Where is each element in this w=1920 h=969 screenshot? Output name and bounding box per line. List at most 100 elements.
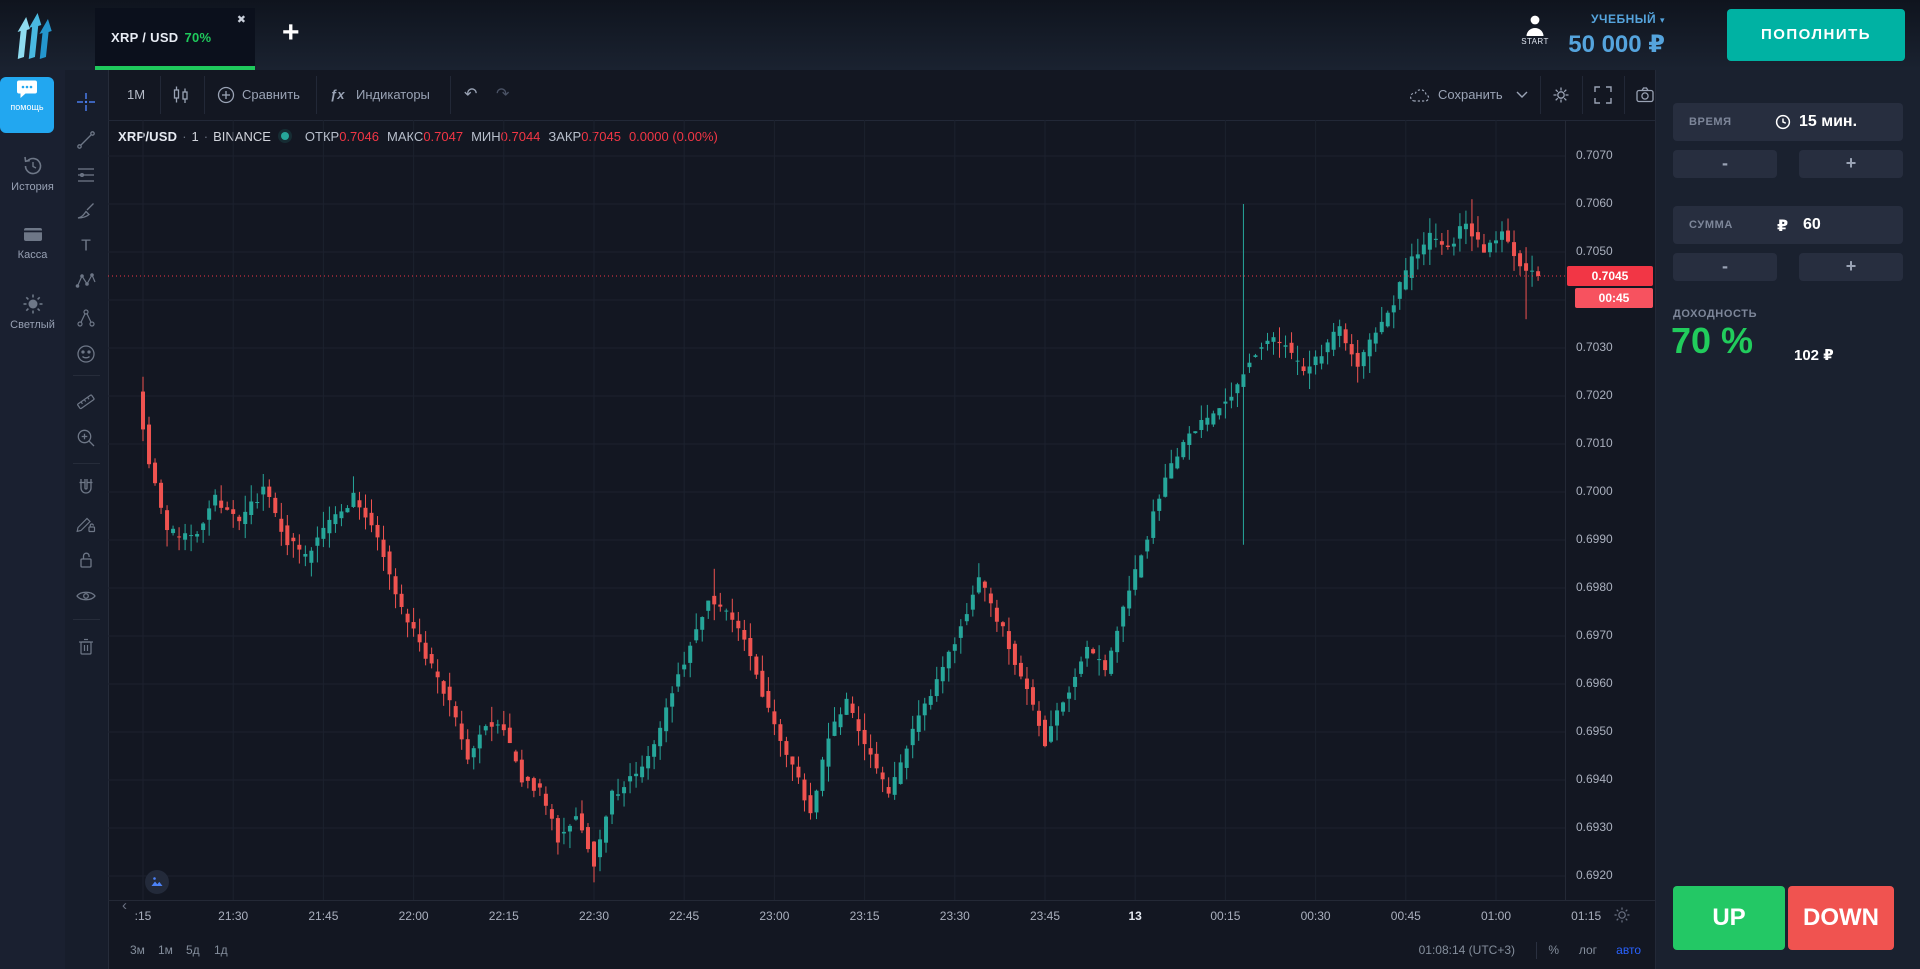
nav-label: Касса: [0, 249, 65, 261]
log-scale-button[interactable]: лог: [1579, 932, 1597, 969]
price-label: 0.6970: [1576, 628, 1613, 642]
close-tab-icon[interactable]: ✖: [237, 13, 246, 26]
time-label: 00:15: [1210, 909, 1240, 923]
chart-style-button[interactable]: [170, 84, 192, 106]
range-button[interactable]: 1д: [214, 932, 228, 969]
fullscreen-icon[interactable]: [1592, 84, 1614, 106]
drawing-lock-tool[interactable]: [75, 512, 97, 534]
time-label: 00:30: [1301, 909, 1331, 923]
time-plus-button[interactable]: +: [1799, 150, 1903, 178]
zoom-in-tool[interactable]: [75, 427, 97, 449]
candles-icon: [170, 84, 192, 106]
wallet-icon: [21, 222, 45, 246]
compare-icon[interactable]: [216, 85, 236, 105]
camera-icon[interactable]: [1634, 84, 1656, 106]
auto-scale-button[interactable]: авто: [1616, 932, 1641, 969]
lock-all-tool[interactable]: [75, 549, 97, 571]
time-label: :15: [135, 909, 152, 923]
time-label: 23:15: [850, 909, 880, 923]
candlestick-chart[interactable]: [108, 120, 1565, 900]
asset-tab-title: XRP / USD70%: [111, 30, 211, 45]
time-label: 21:30: [218, 909, 248, 923]
redo-icon[interactable]: ↷: [496, 70, 509, 120]
caret-down-icon: ▾: [1660, 15, 1665, 25]
amount-field[interactable]: СУММА ₽ 60: [1673, 206, 1903, 244]
watermark-button[interactable]: [145, 870, 169, 894]
account-type[interactable]: УЧЕБНЫЙ ▾: [1540, 12, 1665, 26]
theme-sun-icon[interactable]: [1612, 905, 1632, 925]
trend-line-tool[interactable]: [75, 129, 97, 151]
price-label: 0.6920: [1576, 868, 1613, 882]
crosshair-tool[interactable]: [75, 91, 97, 113]
magnet-tool[interactable]: [75, 476, 97, 498]
current-price-tag: 0.7045: [1567, 266, 1653, 286]
forecast-tool[interactable]: [75, 307, 97, 329]
down-button[interactable]: DOWN: [1788, 886, 1894, 950]
price-label: 0.6980: [1576, 580, 1613, 594]
range-button[interactable]: 1м: [158, 932, 173, 969]
settings-gear-icon[interactable]: [1550, 84, 1572, 106]
time-label: 13: [1129, 909, 1142, 923]
xabcd-pattern-tool[interactable]: [75, 270, 97, 292]
time-label: 22:15: [489, 909, 519, 923]
amount-minus-button[interactable]: -: [1673, 253, 1777, 281]
app-logo: [14, 9, 58, 61]
time-label: 23:00: [759, 909, 789, 923]
price-label: 0.7050: [1576, 244, 1613, 258]
deposit-button[interactable]: ПОПОЛНИТЬ: [1727, 9, 1905, 61]
compare-button[interactable]: Сравнить: [242, 70, 300, 120]
divider: [1536, 942, 1537, 959]
collapse-handle-icon[interactable]: ‹: [122, 897, 127, 914]
history-icon: [21, 154, 45, 178]
range-button[interactable]: 3м: [130, 932, 145, 969]
price-label: 0.7030: [1576, 340, 1613, 354]
fx-icon[interactable]: ƒx: [330, 70, 344, 120]
undo-icon[interactable]: ↶: [464, 70, 477, 120]
nav-item-history[interactable]: История: [0, 154, 65, 193]
chevron-down-icon[interactable]: [1516, 91, 1528, 99]
ruler-tool[interactable]: [75, 390, 97, 412]
up-button[interactable]: UP: [1673, 886, 1785, 950]
svg-text:T: T: [81, 238, 91, 255]
time-label: 22:45: [669, 909, 699, 923]
hide-all-tool[interactable]: [75, 585, 97, 607]
price-label: 0.6950: [1576, 724, 1613, 738]
time-axis[interactable]: :1521:3021:4522:0022:1522:3022:4523:0023…: [108, 900, 1655, 933]
time-minus-button[interactable]: -: [1673, 150, 1777, 178]
trade-panel: ВРЕМЯ 15 мин. - + СУММА ₽ 60 - + ДОХОДНО…: [1655, 70, 1920, 969]
amount-plus-button[interactable]: +: [1799, 253, 1903, 281]
price-axis[interactable]: 0.7045 00:45 0.70700.70600.70500.70400.7…: [1565, 120, 1656, 900]
percent-scale-button[interactable]: %: [1548, 932, 1559, 969]
range-button[interactable]: 5д: [186, 932, 200, 969]
top-bar: XRP / USD70% ✖ + START УЧЕБНЫЙ ▾ 50 000 …: [0, 0, 1920, 70]
add-tab-button[interactable]: +: [282, 18, 300, 48]
brush-tool[interactable]: [75, 199, 97, 221]
emoji-tool[interactable]: [75, 343, 97, 365]
time-field[interactable]: ВРЕМЯ 15 мин.: [1673, 103, 1903, 141]
interval-button[interactable]: 1M: [120, 70, 152, 120]
indicators-button[interactable]: Индикаторы: [356, 70, 430, 120]
session-clock[interactable]: 01:08:14 (UTC+3): [1419, 932, 1515, 969]
time-label: 21:45: [308, 909, 338, 923]
payout-percent: 70 %: [1671, 320, 1753, 362]
asset-tab[interactable]: XRP / USD70% ✖: [95, 8, 255, 70]
save-button[interactable]: Сохранить: [1438, 70, 1503, 120]
nav-item-cashier[interactable]: Касса: [0, 222, 65, 261]
ruble-icon: ₽: [1777, 216, 1788, 236]
nav-item-theme-light[interactable]: Светлый: [0, 292, 65, 331]
price-label: 0.7000: [1576, 484, 1613, 498]
time-field-label: ВРЕМЯ: [1689, 116, 1732, 128]
help-button[interactable]: помощь: [0, 77, 54, 133]
cloud-save-icon[interactable]: [1408, 85, 1430, 105]
nav-label: Светлый: [0, 319, 65, 331]
account-balance: 50 000 ₽: [1528, 30, 1665, 59]
drawing-toolbar: T: [65, 70, 109, 969]
text-tool[interactable]: T: [75, 234, 97, 256]
fib-retracement-tool[interactable]: [75, 164, 97, 186]
help-label: помощь: [0, 102, 54, 112]
price-label: 0.7020: [1576, 388, 1613, 402]
payout-amount: 102 ₽: [1794, 346, 1834, 364]
sun-icon: [21, 292, 45, 316]
remove-all-tool[interactable]: [75, 635, 97, 657]
time-label: 23:30: [940, 909, 970, 923]
